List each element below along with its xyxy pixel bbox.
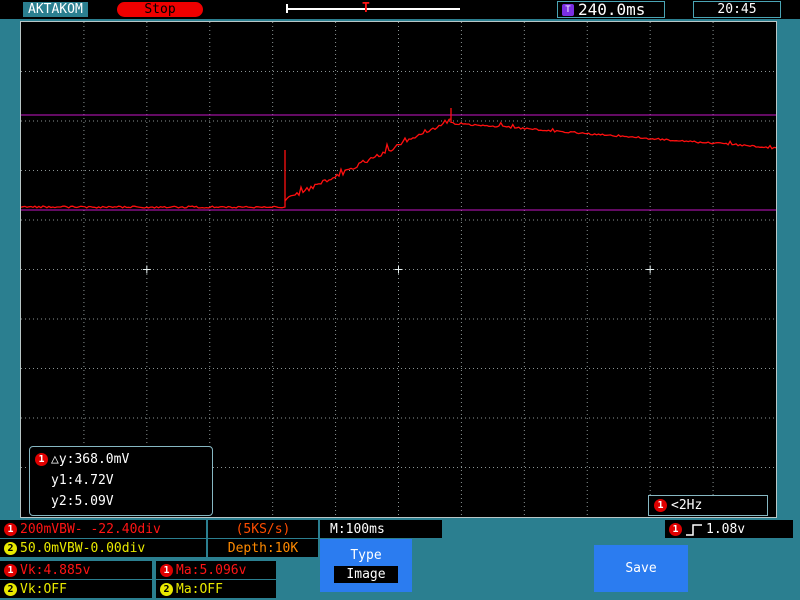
ch1-scale-readout: 1 200mVBW- -22.40div [0, 520, 206, 538]
timebase-readout: M:100ms [320, 520, 442, 538]
channel2-badge: 2 [4, 582, 17, 596]
ch1-ma-readout: 1 Ma:5.096v [156, 561, 276, 579]
type-menu-value: Image [334, 566, 398, 583]
frequency-value: <2Hz [671, 498, 703, 513]
channel2-badge: 2 [4, 541, 17, 555]
ch1-vk-readout: 1 Vk:4.885v [0, 561, 152, 579]
ch1-scale-value: 200mVBW- -22.40div [20, 521, 161, 537]
brand-label: AKTAKOM [23, 2, 88, 17]
measure-y2-row: y2:5.09V [35, 491, 207, 512]
sample-rate-readout: (5KS/s) [208, 520, 318, 538]
top-status-bar: AKTAKOM Stop T T 240.0ms 20:45 [0, 0, 800, 19]
scope-canvas [21, 22, 776, 517]
y1-value: y1:4.72V [51, 473, 114, 488]
timebase-value: M:100ms [330, 521, 385, 537]
memory-depth-value: Depth:10K [227, 540, 299, 556]
run-state-badge: Stop [117, 2, 203, 17]
channel1-badge: 1 [654, 499, 667, 512]
channel1-badge: 1 [4, 563, 17, 577]
ch2-ma-value: Ma:OFF [176, 581, 223, 597]
holdoff-readout: T 240.0ms [557, 0, 665, 19]
channel1-badge: 1 [35, 453, 48, 466]
trigger-position-tick [286, 4, 288, 13]
type-menu-button[interactable]: Type Image [320, 539, 412, 592]
type-menu-label: Type [350, 548, 382, 563]
ch2-scale-readout: 2 50.0mVBW-0.00div [0, 539, 206, 557]
measure-y1-row: y1:4.72V [35, 470, 207, 491]
rising-edge-icon [686, 523, 702, 536]
measure-delta-row: 1 △y:368.0mV [35, 449, 207, 470]
clock: 20:45 [693, 1, 781, 18]
ch2-vk-readout: 2 Vk:OFF [0, 580, 152, 598]
ch2-ma-readout: 2 Ma:OFF [156, 580, 276, 598]
trigger-window-indicator [286, 8, 460, 10]
ch2-scale-value: 50.0mVBW-0.00div [20, 540, 146, 556]
ch2-vk-value: Vk:OFF [20, 581, 67, 597]
cursor-measure-box: 1 △y:368.0mV y1:4.72V y2:5.09V [29, 446, 213, 516]
channel1-badge: 1 [160, 563, 173, 577]
sample-rate-value: (5KS/s) [235, 521, 291, 537]
holdoff-value: 240.0ms [578, 0, 646, 19]
channel1-badge: 1 [4, 522, 17, 536]
holdoff-icon: T [562, 3, 574, 16]
channel2-badge: 2 [160, 582, 173, 596]
channel1-badge: 1 [669, 522, 682, 536]
trigger-level-readout: 1 1.08v [665, 520, 793, 538]
ch1-ma-value: Ma:5.096v [176, 562, 247, 578]
memory-depth-readout: Depth:10K [208, 539, 318, 557]
ch1-vk-value: Vk:4.885v [20, 562, 91, 578]
trigger-position-marker: T [362, 1, 370, 16]
scope-screen: 1 △y:368.0mV y1:4.72V y2:5.09V 1 <2Hz [20, 21, 777, 518]
trigger-level-value: 1.08v [706, 521, 746, 537]
save-button[interactable]: Save [594, 545, 688, 592]
frequency-counter: 1 <2Hz [648, 495, 768, 516]
y2-value: y2:5.09V [51, 494, 114, 509]
delta-y-value: △y:368.0mV [51, 452, 130, 467]
